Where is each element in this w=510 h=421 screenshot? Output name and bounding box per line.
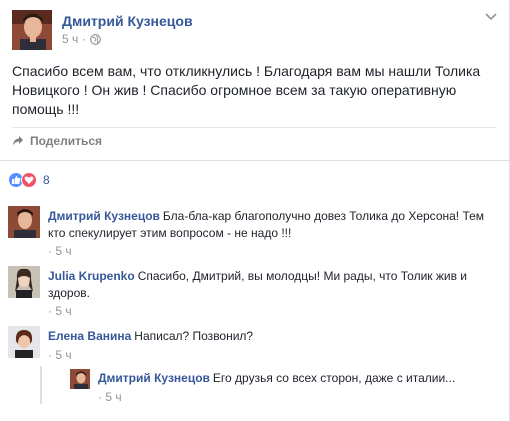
commenter-name[interactable]: Дмитрий Кузнецов	[48, 209, 160, 223]
divider	[0, 160, 510, 161]
author-avatar[interactable]	[12, 10, 52, 50]
share-label: Поделиться	[30, 134, 103, 148]
commenter-name[interactable]: Julia Krupenko	[48, 269, 135, 283]
reply-time[interactable]: · 5 ч	[98, 390, 122, 404]
commenter-avatar[interactable]	[8, 266, 40, 298]
comment: Julia Krupenko Спасибо, Дмитрий, вы молод…	[8, 266, 502, 318]
commenter-avatar[interactable]	[8, 326, 40, 358]
post-meta: 5 ч ·	[62, 32, 102, 46]
share-icon	[13, 136, 23, 146]
comment-body: Julia Krupenko Спасибо, Дмитрий, вы молод…	[48, 268, 488, 302]
comment-time[interactable]: · 5 ч	[48, 348, 72, 362]
comment-time[interactable]: · 5 ч	[48, 304, 72, 318]
commenter-avatar[interactable]	[8, 206, 40, 238]
comment-body: Дмитрий Кузнецов Бла-бла-кар благополучно…	[48, 208, 488, 242]
comment: Елена Ванина Написал? Позвонил? · 5 ч	[8, 326, 502, 366]
divider	[12, 127, 496, 128]
post-time[interactable]: 5 ч	[62, 32, 78, 46]
globe-icon[interactable]	[90, 33, 102, 45]
chevron-down-icon[interactable]	[484, 12, 498, 22]
share-button[interactable]: Поделиться	[12, 134, 102, 148]
comment: Дмитрий Кузнецов Бла-бла-кар благополучно…	[8, 206, 502, 258]
reactions-summary[interactable]: 8	[8, 172, 50, 188]
reply-text: Его друзья со всех сторон, даже с италии…	[212, 371, 456, 385]
comment-body: Елена Ванина Написал? Позвонил?	[48, 328, 488, 345]
reply-body: Дмитрий Кузнецов Его друзья со всех сторо…	[98, 371, 455, 385]
commenter-name[interactable]: Елена Ванина	[48, 329, 131, 343]
post-text: Спасибо всем вам, что откликнулись ! Бла…	[12, 63, 481, 117]
post-author-name[interactable]: Дмитрий Кузнецов	[62, 13, 193, 29]
facebook-post: Дмитрий Кузнецов 5 ч · Спасибо всем вам,…	[0, 0, 510, 421]
reply-avatar[interactable]	[70, 369, 90, 389]
comment-time[interactable]: · 5 ч	[48, 244, 72, 258]
love-icon	[21, 172, 37, 188]
reactions-count: 8	[43, 173, 50, 187]
reply-author-name[interactable]: Дмитрий Кузнецов	[98, 371, 210, 385]
comment-text: Написал? Позвонил?	[134, 329, 254, 343]
